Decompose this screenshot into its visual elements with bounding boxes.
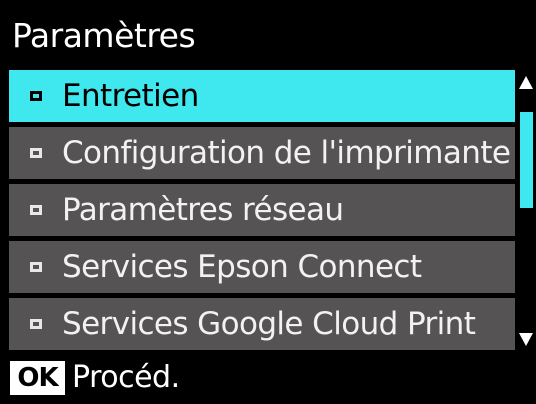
menu-scrollbar[interactable] xyxy=(517,72,536,350)
scrollbar-thumb[interactable] xyxy=(520,112,533,208)
menu-item-label: Entretien xyxy=(62,78,199,114)
menu-item-label: Services Epson Connect xyxy=(62,249,422,285)
square-bullet-icon xyxy=(30,91,42,101)
menu-item-label: Configuration de l'imprimante xyxy=(62,135,511,171)
footer-action-label: Procéd. xyxy=(72,360,180,395)
scroll-down-arrow-icon[interactable] xyxy=(519,333,533,346)
settings-menu-list: Entretien Configuration de l'imprimante … xyxy=(9,70,515,350)
menu-item-parametres-reseau[interactable]: Paramètres réseau xyxy=(9,184,515,236)
square-bullet-icon xyxy=(30,262,42,272)
menu-item-configuration-imprimante[interactable]: Configuration de l'imprimante xyxy=(9,127,515,179)
menu-item-label: Paramètres réseau xyxy=(62,192,344,228)
printer-lcd-screen: Paramètres Entretien Configuration de l'… xyxy=(0,0,536,404)
title-bar: Paramètres xyxy=(0,0,536,70)
menu-item-google-cloud-print[interactable]: Services Google Cloud Print xyxy=(9,298,515,350)
scroll-up-arrow-icon[interactable] xyxy=(519,76,533,89)
footer-hint-bar: OK Procéd. xyxy=(0,352,536,404)
square-bullet-icon xyxy=(30,205,42,215)
menu-item-entretien[interactable]: Entretien xyxy=(9,70,515,122)
square-bullet-icon xyxy=(30,319,42,329)
square-bullet-icon xyxy=(30,148,42,158)
ok-button-badge[interactable]: OK xyxy=(10,361,65,395)
menu-item-epson-connect[interactable]: Services Epson Connect xyxy=(9,241,515,293)
menu-item-label: Services Google Cloud Print xyxy=(62,306,476,342)
page-title: Paramètres xyxy=(12,16,196,55)
